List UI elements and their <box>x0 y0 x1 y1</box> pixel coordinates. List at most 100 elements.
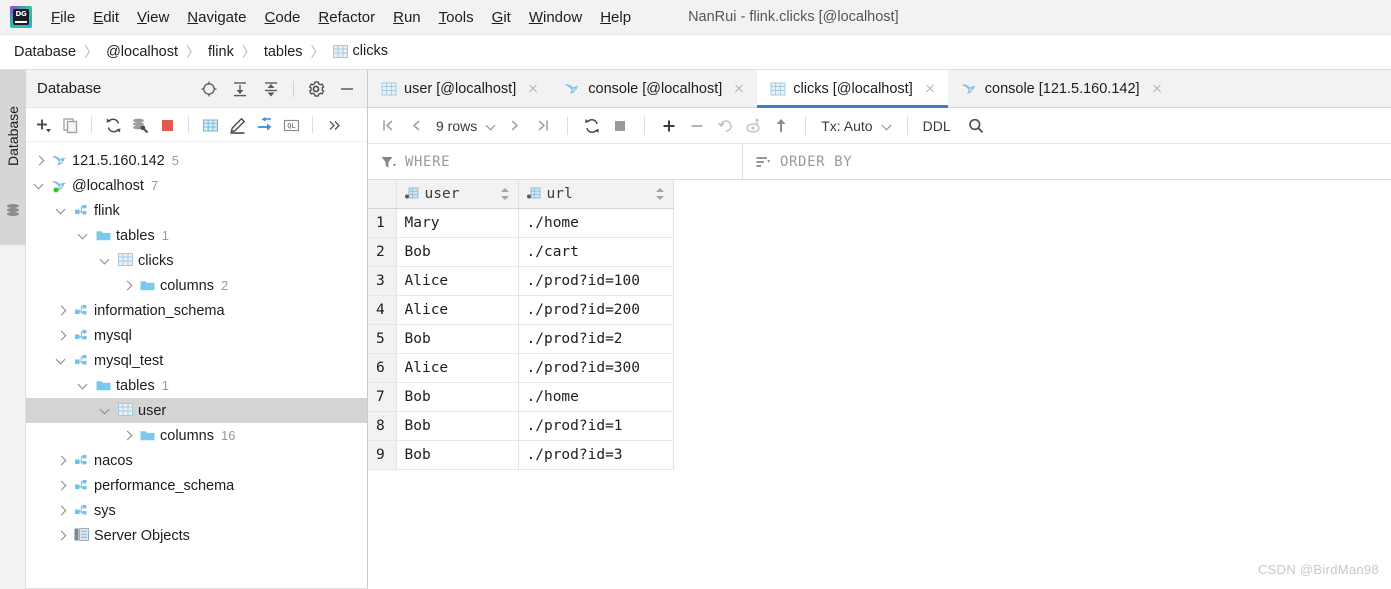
expand-all-icon[interactable] <box>231 80 249 98</box>
column-header-user[interactable]: user <box>396 180 519 209</box>
add-new-icon[interactable] <box>34 116 52 134</box>
cell-url[interactable]: ./prod?id=2 <box>518 324 674 354</box>
close-icon[interactable] <box>526 82 540 96</box>
menu-item-code[interactable]: Code <box>256 6 310 29</box>
prev-page-icon[interactable] <box>408 117 426 135</box>
last-page-icon[interactable] <box>534 117 552 135</box>
breadcrumb-item-flink[interactable]: flink <box>208 44 234 60</box>
first-page-icon[interactable] <box>380 117 398 135</box>
tree-node-mysql[interactable]: mysql <box>26 323 367 348</box>
close-icon[interactable] <box>923 82 937 96</box>
menu-item-refactor[interactable]: Refactor <box>309 6 384 29</box>
chevron-down-icon[interactable] <box>54 353 70 369</box>
tree-node-informationschema[interactable]: information_schema <box>26 298 367 323</box>
chevron-down-icon[interactable] <box>32 178 48 194</box>
chevron-right-icon[interactable] <box>54 453 70 469</box>
menu-item-window[interactable]: Window <box>520 6 591 29</box>
tree-node-user[interactable]: user <box>26 398 367 423</box>
tree-node-tables[interactable]: tables 1 <box>26 223 367 248</box>
cell-user[interactable]: Mary <box>396 208 519 238</box>
cell-user[interactable]: Alice <box>396 266 519 296</box>
settings-gear-icon[interactable] <box>307 80 325 98</box>
refresh-icon[interactable] <box>104 116 122 134</box>
chevron-down-icon[interactable] <box>98 253 114 269</box>
where-filter-cell[interactable]: WHERE <box>368 144 743 179</box>
menu-item-git[interactable]: Git <box>483 6 520 29</box>
chevron-right-icon[interactable] <box>54 503 70 519</box>
tree-node-sys[interactable]: sys <box>26 498 367 523</box>
tree-node-flink[interactable]: flink <box>26 198 367 223</box>
menu-item-help[interactable]: Help <box>591 6 640 29</box>
menu-item-view[interactable]: View <box>128 6 178 29</box>
sort-lines-icon[interactable] <box>755 154 771 170</box>
table-row[interactable]: 5 Bob ./prod?id=2 <box>368 324 674 354</box>
chevron-down-icon[interactable] <box>883 121 892 130</box>
cell-user[interactable]: Bob <box>396 237 519 267</box>
chevron-right-icon[interactable] <box>54 328 70 344</box>
revert-icon[interactable] <box>716 117 734 135</box>
next-page-icon[interactable] <box>506 117 524 135</box>
submit-arrow-up-icon[interactable] <box>772 117 790 135</box>
cell-url[interactable]: ./prod?id=3 <box>518 440 674 470</box>
cell-url[interactable]: ./prod?id=300 <box>518 353 674 383</box>
menu-item-navigate[interactable]: Navigate <box>178 6 255 29</box>
table-row[interactable]: 9 Bob ./prod?id=3 <box>368 440 674 470</box>
cell-user[interactable]: Alice <box>396 353 519 383</box>
editor-tab-0[interactable]: user [@localhost] <box>368 70 551 107</box>
chevron-down-icon[interactable] <box>54 203 70 219</box>
menu-item-tools[interactable]: Tools <box>430 6 483 29</box>
filter-funnel-icon[interactable] <box>380 154 396 170</box>
strip-tab-database[interactable]: Database <box>0 70 26 245</box>
query-ql-icon[interactable]: QL <box>282 116 300 134</box>
chevron-right-icon[interactable] <box>54 528 70 544</box>
cell-url[interactable]: ./home <box>518 208 674 238</box>
table-row[interactable]: 6 Alice ./prod?id=300 <box>368 353 674 383</box>
order-by-filter-cell[interactable]: ORDER BY <box>743 144 1391 179</box>
tree-node-serverobjects[interactable]: Server Objects <box>26 523 367 548</box>
breadcrumb-item-database[interactable]: Database <box>14 44 76 60</box>
close-icon[interactable] <box>732 82 746 96</box>
more-chevrons-icon[interactable] <box>325 116 343 134</box>
rollback-icon[interactable] <box>744 117 762 135</box>
database-tools-icon[interactable] <box>131 116 149 134</box>
chevron-right-icon[interactable] <box>120 428 136 444</box>
tree-node-mysqltest[interactable]: mysql_test <box>26 348 367 373</box>
editor-tab-1[interactable]: console [@localhost] <box>551 70 757 107</box>
tree-node-clicks[interactable]: clicks <box>26 248 367 273</box>
breadcrumb-item-clicks[interactable]: clicks <box>332 43 388 62</box>
chevron-down-icon[interactable] <box>76 228 92 244</box>
search-icon[interactable] <box>967 117 985 135</box>
cell-url[interactable]: ./prod?id=200 <box>518 295 674 325</box>
tree-node-1215160142[interactable]: 121.5.160.142 5 <box>26 148 367 173</box>
menu-item-edit[interactable]: Edit <box>84 6 128 29</box>
sort-arrows-icon[interactable] <box>655 187 665 201</box>
column-header-url[interactable]: url <box>518 180 674 209</box>
hide-minimize-icon[interactable] <box>338 80 356 98</box>
modify-pencil-icon[interactable] <box>228 116 246 134</box>
cell-user[interactable]: Bob <box>396 440 519 470</box>
table-editor-icon[interactable] <box>201 116 219 134</box>
minus-icon[interactable] <box>688 117 706 135</box>
breadcrumb-item-localhost[interactable]: @localhost <box>106 44 178 60</box>
tree-node-tables[interactable]: tables 1 <box>26 373 367 398</box>
table-row[interactable]: 2 Bob ./cart <box>368 237 674 267</box>
locate-icon[interactable] <box>200 80 218 98</box>
chevron-down-icon[interactable] <box>487 121 496 130</box>
cell-url[interactable]: ./prod?id=100 <box>518 266 674 296</box>
ddl-button[interactable]: DDL <box>923 118 951 134</box>
table-row[interactable]: 8 Bob ./prod?id=1 <box>368 411 674 441</box>
chevron-right-icon[interactable] <box>120 278 136 294</box>
vertical-scrollbar[interactable] <box>1384 180 1391 589</box>
tree-node-columns[interactable]: columns 16 <box>26 423 367 448</box>
chevron-down-icon[interactable] <box>76 378 92 394</box>
cell-user[interactable]: Bob <box>396 411 519 441</box>
editor-tab-3[interactable]: console [121.5.160.142] <box>948 70 1175 107</box>
table-row[interactable]: 1 Mary ./home <box>368 208 674 238</box>
cell-user[interactable]: Bob <box>396 382 519 412</box>
collapse-all-icon[interactable] <box>262 80 280 98</box>
tree-node-performanceschema[interactable]: performance_schema <box>26 473 367 498</box>
breadcrumb-item-tables[interactable]: tables <box>264 44 303 60</box>
stop-icon[interactable] <box>158 116 176 134</box>
rows-count-label[interactable]: 9 rows <box>436 118 477 134</box>
tree-node-nacos[interactable]: nacos <box>26 448 367 473</box>
